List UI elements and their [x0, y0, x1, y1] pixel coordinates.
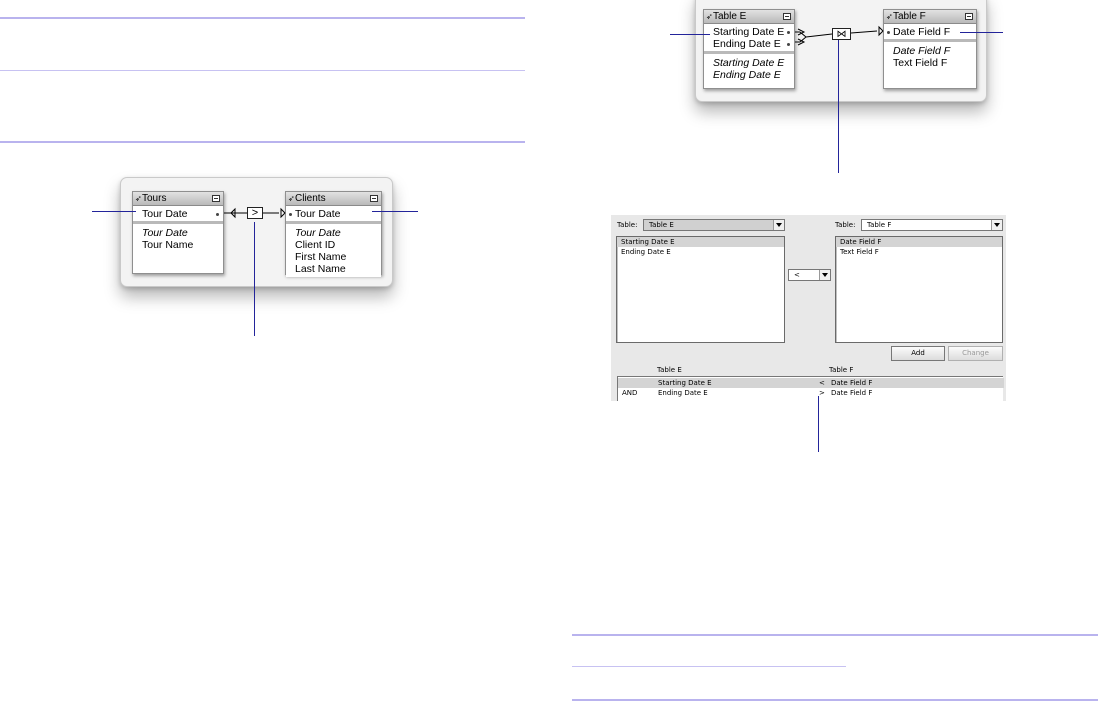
page-rule [0, 70, 525, 71]
page-rule [572, 699, 1098, 701]
criteria-right-field: Date Field F [831, 379, 873, 387]
tables-relationship-graph: ➶ Table E Starting Date E Ending Date E … [695, 0, 987, 102]
list-item[interactable]: Starting Date E [617, 237, 784, 247]
callout-line [838, 40, 839, 173]
relationship-operator-icon[interactable]: ⋈ [832, 28, 851, 40]
callout-line [254, 222, 255, 336]
tours-relationship-graph: ➶ Tours Tour Date Tour Date Tour Name ➶ … [120, 177, 393, 287]
chevron-down-icon[interactable] [991, 220, 1002, 230]
callout-line [670, 34, 710, 35]
operator-select[interactable]: < [788, 269, 831, 281]
edit-relationship-dialog: Table: Table E Table: Table F Starting D… [611, 215, 1006, 401]
right-field-list[interactable]: Date Field F Text Field F [835, 236, 1003, 343]
criteria-logic: AND [622, 389, 638, 397]
relationship-line [795, 25, 884, 46]
change-button[interactable]: Change [948, 346, 1003, 361]
criteria-table[interactable]: Starting Date E < Date Field F AND Endin… [617, 376, 1004, 401]
left-table-select[interactable]: Table E [643, 219, 785, 231]
right-table-label: Table: [835, 221, 856, 229]
list-item[interactable]: Ending Date E [617, 247, 784, 257]
criteria-left-field: Ending Date E [658, 389, 708, 397]
page-rule [572, 666, 846, 667]
left-table-label: Table: [617, 221, 638, 229]
criteria-operator: < [819, 379, 825, 387]
page-rule [0, 141, 525, 143]
callout-line [92, 211, 136, 212]
relationship-line [224, 207, 286, 219]
right-table-select[interactable]: Table F [861, 219, 1003, 231]
add-button[interactable]: Add [891, 346, 945, 361]
grid-header-right: Table F [829, 366, 854, 374]
criteria-right-field: Date Field F [831, 389, 873, 397]
criteria-left-field: Starting Date E [658, 379, 712, 387]
list-item[interactable]: Date Field F [836, 237, 1002, 247]
relationship-operator-icon[interactable]: > [247, 207, 263, 219]
list-item[interactable]: Text Field F [836, 247, 1002, 257]
table-row[interactable]: Starting Date E < Date Field F [618, 378, 1004, 388]
callout-line [372, 211, 418, 212]
chevron-down-icon[interactable] [819, 270, 830, 280]
table-row[interactable]: AND Ending Date E > Date Field F [618, 388, 1004, 398]
chevron-down-icon[interactable] [773, 220, 784, 230]
callout-line [818, 396, 819, 452]
criteria-operator: > [819, 389, 825, 397]
callout-line [960, 32, 1003, 33]
page-rule [0, 17, 525, 19]
page-rule [572, 634, 1098, 636]
grid-header-left: Table E [657, 366, 682, 374]
left-field-list[interactable]: Starting Date E Ending Date E [616, 236, 785, 343]
